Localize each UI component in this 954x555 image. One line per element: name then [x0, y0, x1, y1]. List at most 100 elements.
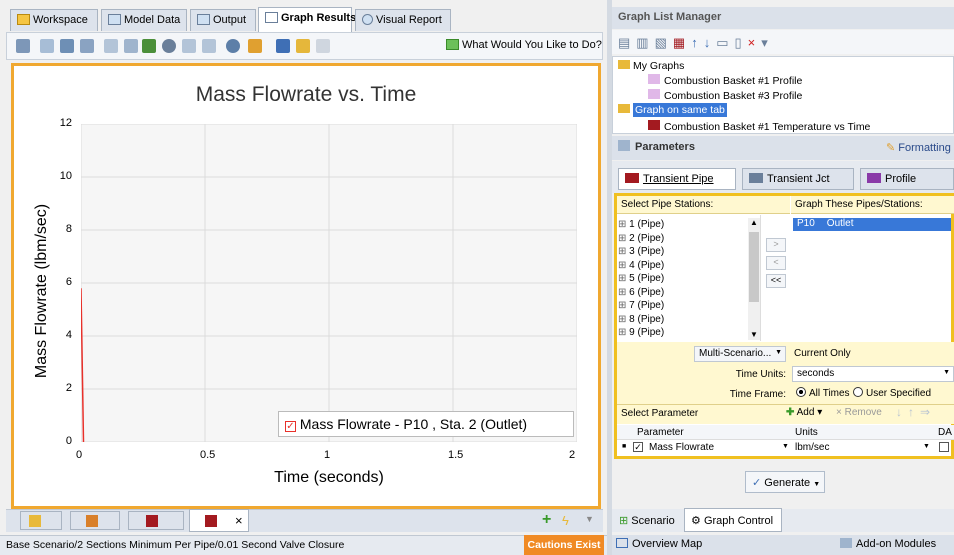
- param-row[interactable]: ■ ✓ Mass Flowrate ▼ lbm/sec ▼: [617, 441, 954, 456]
- generate-button[interactable]: ✓ Generate ▼: [745, 471, 825, 493]
- graph-tab-1[interactable]: [20, 511, 62, 530]
- graph-tab-4-active[interactable]: ×: [189, 509, 249, 532]
- pipe-list-item[interactable]: ⊞ 4 (Pipe): [618, 260, 664, 271]
- param-checkbox[interactable]: ✓: [633, 442, 643, 452]
- tab-transient-pipe[interactable]: Transient Pipe: [618, 168, 736, 190]
- tab-scenario[interactable]: ⊞ Scenario: [614, 510, 682, 531]
- copy-list-icon[interactable]: ▯: [734, 35, 747, 50]
- box-icon[interactable]: [202, 39, 216, 53]
- data-icon[interactable]: [80, 39, 94, 53]
- expand-icon[interactable]: ⊞: [618, 287, 629, 298]
- tree-graph-1[interactable]: Combustion Basket #1 Profile: [648, 74, 802, 87]
- expand-icon[interactable]: ⊞: [618, 246, 629, 257]
- selected-station-row[interactable]: P10 Outlet: [793, 218, 951, 231]
- select-stations-header: Select Pipe Stations:: [617, 196, 790, 214]
- export-icon[interactable]: [296, 39, 310, 53]
- zoom-icon[interactable]: [226, 39, 240, 53]
- multi-scenario-select[interactable]: Multi-Scenario... ▼: [694, 346, 786, 362]
- tab-graph-results[interactable]: Graph Results: [258, 7, 356, 32]
- trend-icon[interactable]: [248, 39, 262, 53]
- crosshair-icon[interactable]: [162, 39, 176, 53]
- cautions-badge[interactable]: Cautions Exist: [524, 535, 604, 555]
- tab-workspace[interactable]: Workspace: [10, 9, 98, 31]
- rename-icon[interactable]: ▭: [716, 35, 734, 50]
- param-arrows[interactable]: ↓↑⇒: [896, 405, 936, 419]
- delete-icon[interactable]: ×: [748, 35, 762, 50]
- scroll-up-icon[interactable]: ▲: [750, 218, 758, 227]
- pipe-list-item[interactable]: ⊞ 3 (Pipe): [618, 246, 664, 257]
- time-units-select[interactable]: seconds ▼: [792, 366, 954, 382]
- chart-legend[interactable]: ✓ Mass Flowrate - P10 , Sta. 2 (Outlet): [278, 411, 574, 437]
- pipe-list-item[interactable]: ⊞ 2 (Pipe): [618, 233, 664, 244]
- print-icon[interactable]: [16, 39, 30, 53]
- line-icon[interactable]: [182, 39, 196, 53]
- color-icon[interactable]: [276, 39, 290, 53]
- help-button[interactable]: What Would You Like to Do?: [446, 39, 602, 51]
- graph-list-toolbar-icons[interactable]: ▤▥▧▦↑↓▭▯×▾: [618, 35, 774, 51]
- tab-output[interactable]: Output: [190, 9, 256, 31]
- chart-list-icon[interactable]: ▦: [673, 35, 691, 50]
- tab-visual-report[interactable]: Visual Report: [355, 9, 451, 31]
- copy-icon[interactable]: [40, 39, 54, 53]
- arrow-right-icon[interactable]: ⇒: [920, 405, 936, 419]
- tree-graph-3[interactable]: Combustion Basket #1 Temperature vs Time: [648, 120, 870, 133]
- tree-my-graphs[interactable]: My Graphs: [618, 60, 684, 72]
- expand-icon[interactable]: ⊞: [618, 314, 629, 325]
- clear-stations-button[interactable]: <<: [766, 274, 786, 288]
- expand-icon[interactable]: ⊞: [618, 327, 629, 338]
- tree-graph-2[interactable]: Combustion Basket #3 Profile: [648, 89, 802, 102]
- move-down-icon[interactable]: ↓: [704, 35, 717, 50]
- expand-icon[interactable]: ⊞: [618, 300, 629, 311]
- remove-parameter-button[interactable]: × Remove: [836, 407, 882, 418]
- save-icon[interactable]: [60, 39, 74, 53]
- pipe-list-item[interactable]: ⊞ 8 (Pipe): [618, 314, 664, 325]
- lightning-icon[interactable]: ϟ: [562, 513, 569, 528]
- tab-transient-jct[interactable]: Transient Jct: [742, 168, 854, 190]
- add-station-button[interactable]: >: [766, 238, 786, 252]
- export-list-icon[interactable]: ▥: [636, 35, 654, 50]
- pipe-list-item[interactable]: ⊞ 9 (Pipe): [618, 327, 664, 338]
- pipe-list-item[interactable]: ⊞ 7 (Pipe): [618, 300, 664, 311]
- pipe-list-item[interactable]: ⊞ 1 (Pipe): [618, 219, 664, 230]
- param-dropdown-icon[interactable]: ▼: [782, 443, 789, 450]
- arrow-up-icon[interactable]: ↑: [908, 405, 920, 419]
- arrow-down-icon[interactable]: ↓: [896, 405, 908, 419]
- overview-map-button[interactable]: Overview Map: [616, 538, 702, 550]
- add-parameter-button[interactable]: ✚ Add ▾: [786, 407, 822, 418]
- legend-icon[interactable]: [124, 39, 138, 53]
- expand-icon[interactable]: ⊞: [618, 233, 629, 244]
- checkbox-icon[interactable]: [142, 39, 156, 53]
- expand-icon[interactable]: ⊞: [618, 273, 629, 284]
- expand-icon[interactable]: ⊞: [618, 219, 629, 230]
- move-up-icon[interactable]: ↑: [691, 35, 704, 50]
- tab-graph-control[interactable]: ⚙ Graph Control: [684, 508, 782, 532]
- add-graph-icon[interactable]: +: [542, 512, 551, 528]
- pipe-list-item[interactable]: ⊞ 5 (Pipe): [618, 273, 664, 284]
- import-icon[interactable]: ▤: [618, 35, 636, 50]
- close-icon[interactable]: ×: [235, 513, 243, 528]
- add-item-icon[interactable]: ▧: [655, 35, 673, 50]
- units-dropdown-icon[interactable]: ▼: [923, 443, 930, 450]
- x-tick-label: 1.5: [448, 449, 464, 461]
- scroll-down-icon[interactable]: ▼: [750, 330, 758, 339]
- remove-station-button[interactable]: <: [766, 256, 786, 270]
- da-checkbox[interactable]: [939, 442, 949, 452]
- user-specified-radio[interactable]: User Specified: [853, 387, 931, 399]
- tab-model-data[interactable]: Model Data: [101, 9, 187, 31]
- addon-modules-button[interactable]: Add-on Modules: [840, 538, 936, 550]
- col-da: DA: [938, 427, 952, 438]
- axis-icon[interactable]: [104, 39, 118, 53]
- pipe-list-item[interactable]: ⊞ 6 (Pipe): [618, 287, 664, 298]
- graph-tab-3[interactable]: [128, 511, 184, 530]
- formatting-link[interactable]: ✎ Formatting: [886, 141, 951, 154]
- scroll-thumb[interactable]: [749, 232, 759, 302]
- chevron-down-icon[interactable]: ▼: [585, 514, 594, 524]
- options-icon[interactable]: ▾: [761, 35, 774, 50]
- graph-tab-2[interactable]: [70, 511, 120, 530]
- tab-profile[interactable]: Profile: [860, 168, 954, 190]
- expand-icon[interactable]: ⊞: [618, 260, 629, 271]
- tree-graph-on-same-tab[interactable]: Graph on same tab: [618, 103, 727, 117]
- pipe-list-scrollbar[interactable]: ▲ ▼: [748, 218, 760, 340]
- legend-checkbox[interactable]: ✓: [285, 421, 296, 432]
- all-times-radio[interactable]: All Times: [796, 387, 850, 399]
